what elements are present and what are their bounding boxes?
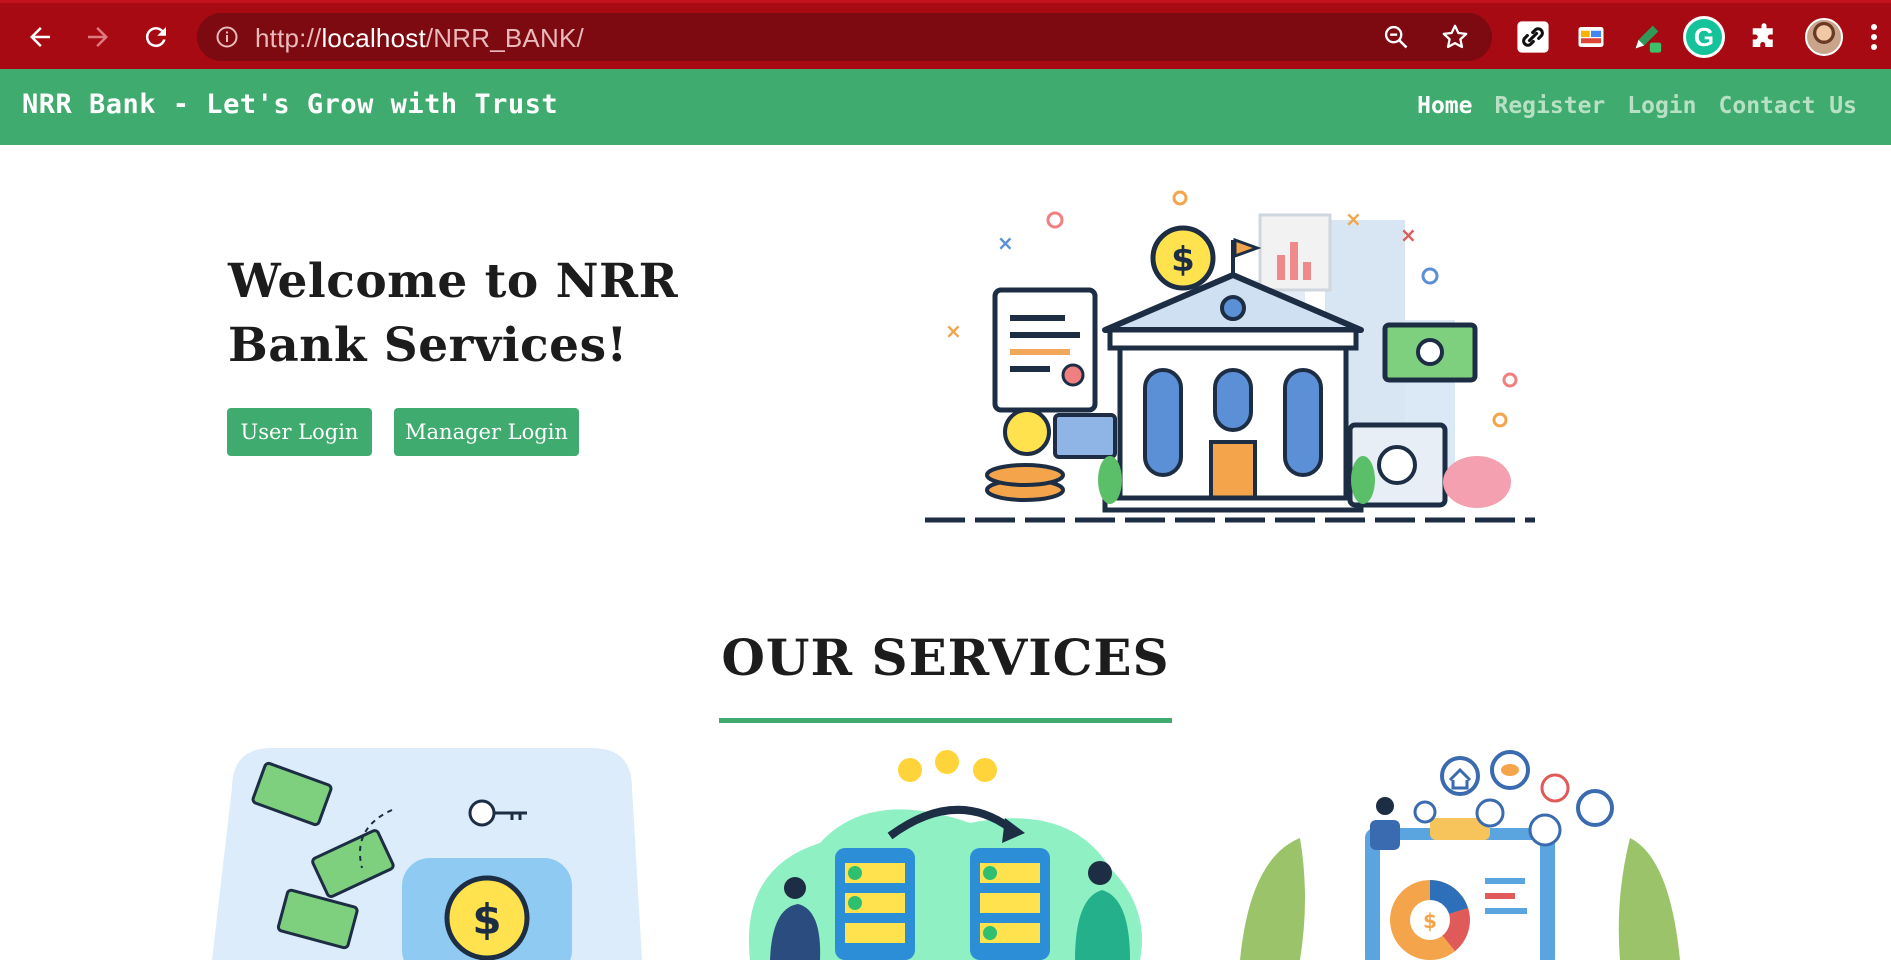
svg-text:$: $ — [472, 895, 501, 944]
site-navbar: NRR Bank - Let's Grow with Trust Home Re… — [0, 69, 1891, 145]
avatar — [1805, 18, 1843, 56]
profile-avatar[interactable] — [1804, 17, 1844, 57]
forward-icon[interactable] — [78, 17, 118, 57]
puzzle-icon[interactable] — [1746, 19, 1782, 55]
svg-text:×: × — [1400, 223, 1417, 247]
nav-links: Home Register Login Contact Us — [1417, 93, 1857, 119]
svg-text:×: × — [945, 319, 962, 343]
info-icon[interactable] — [215, 25, 239, 49]
url-scheme: http:// — [255, 23, 322, 53]
svg-text:$: $ — [1171, 240, 1195, 280]
link-extension-icon[interactable] — [1515, 19, 1551, 55]
svg-text:$: $ — [1423, 909, 1437, 933]
brand-title[interactable]: NRR Bank - Let's Grow with Trust — [22, 89, 558, 120]
service-illustration-money: $ — [212, 748, 652, 960]
pen-extension-icon[interactable] — [1629, 19, 1665, 55]
grammarly-icon[interactable]: G — [1683, 16, 1725, 58]
back-icon[interactable] — [20, 17, 60, 57]
address-bar[interactable]: http://localhost/NRR_BANK/ — [197, 13, 1492, 61]
menu-icon[interactable] — [1864, 19, 1884, 55]
color-extension-icon[interactable] — [1573, 19, 1609, 55]
service-illustration-transfer — [710, 748, 1180, 960]
svg-text:×: × — [1345, 207, 1362, 231]
services-title: OUR SERVICES — [721, 628, 1170, 687]
hero-title: Welcome to NRR Bank Services! — [228, 254, 679, 373]
browser-toolbar: http://localhost/NRR_BANK/ G — [0, 0, 1891, 69]
bank-illustration: $ × × × × — [905, 170, 1555, 545]
service-illustration-analytics: $ — [1240, 748, 1680, 960]
reload-icon[interactable] — [136, 17, 176, 57]
url-text[interactable]: http://localhost/NRR_BANK/ — [255, 23, 584, 54]
url-host: localhost — [321, 23, 426, 53]
nav-home[interactable]: Home — [1417, 93, 1472, 119]
zoom-icon[interactable] — [1382, 23, 1410, 51]
nav-contact-us[interactable]: Contact Us — [1719, 93, 1857, 119]
user-login-button[interactable]: User Login — [227, 408, 372, 456]
url-path: /NRR_BANK/ — [425, 23, 584, 53]
star-icon[interactable] — [1440, 22, 1470, 52]
grammarly-badge: G — [1683, 16, 1725, 58]
svg-text:×: × — [997, 231, 1014, 255]
services-divider — [719, 718, 1172, 723]
nav-register[interactable]: Register — [1494, 93, 1605, 119]
nav-login[interactable]: Login — [1627, 93, 1696, 119]
manager-login-button[interactable]: Manager Login — [394, 408, 579, 456]
